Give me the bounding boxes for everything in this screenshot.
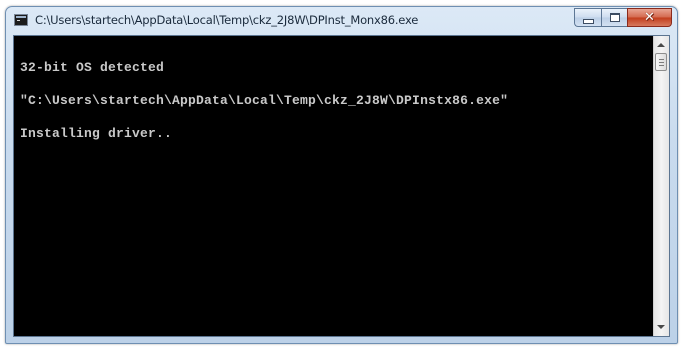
- console-window: C:\Users\startech\AppData\Local\Temp\ckz…: [5, 6, 678, 344]
- console-window-icon[interactable]: [14, 14, 28, 26]
- thumb-grip-line: [659, 59, 664, 60]
- maximize-button[interactable]: [601, 8, 627, 27]
- close-button[interactable]: ✕: [627, 8, 672, 27]
- vertical-scrollbar[interactable]: [653, 36, 669, 336]
- minimize-icon: [582, 18, 594, 24]
- thumb-grip-line: [659, 65, 664, 66]
- console-line-os-detected: 32-bit OS detected: [20, 60, 165, 75]
- window-title: C:\Users\startech\AppData\Local\Temp\ckz…: [35, 13, 419, 27]
- thumb-grip-line: [659, 62, 664, 63]
- scroll-down-arrow-icon[interactable]: [657, 325, 665, 329]
- close-icon: ✕: [644, 10, 655, 25]
- console-line-installer-path: "C:\Users\startech\AppData\Local\Temp\ck…: [20, 93, 509, 108]
- console-line-installing-driver: Installing driver..: [20, 126, 173, 141]
- maximize-icon: [609, 13, 620, 22]
- caption-buttons: ✕: [574, 8, 672, 27]
- console-output[interactable]: 32-bit OS detected "C:\Users\startech\Ap…: [14, 36, 654, 336]
- scrollbar-thumb[interactable]: [655, 53, 667, 71]
- console-client-area: 32-bit OS detected "C:\Users\startech\Ap…: [13, 35, 670, 337]
- scroll-up-arrow-icon[interactable]: [657, 43, 665, 47]
- minimize-button[interactable]: [574, 8, 601, 27]
- title-bar[interactable]: C:\Users\startech\AppData\Local\Temp\ckz…: [6, 7, 677, 34]
